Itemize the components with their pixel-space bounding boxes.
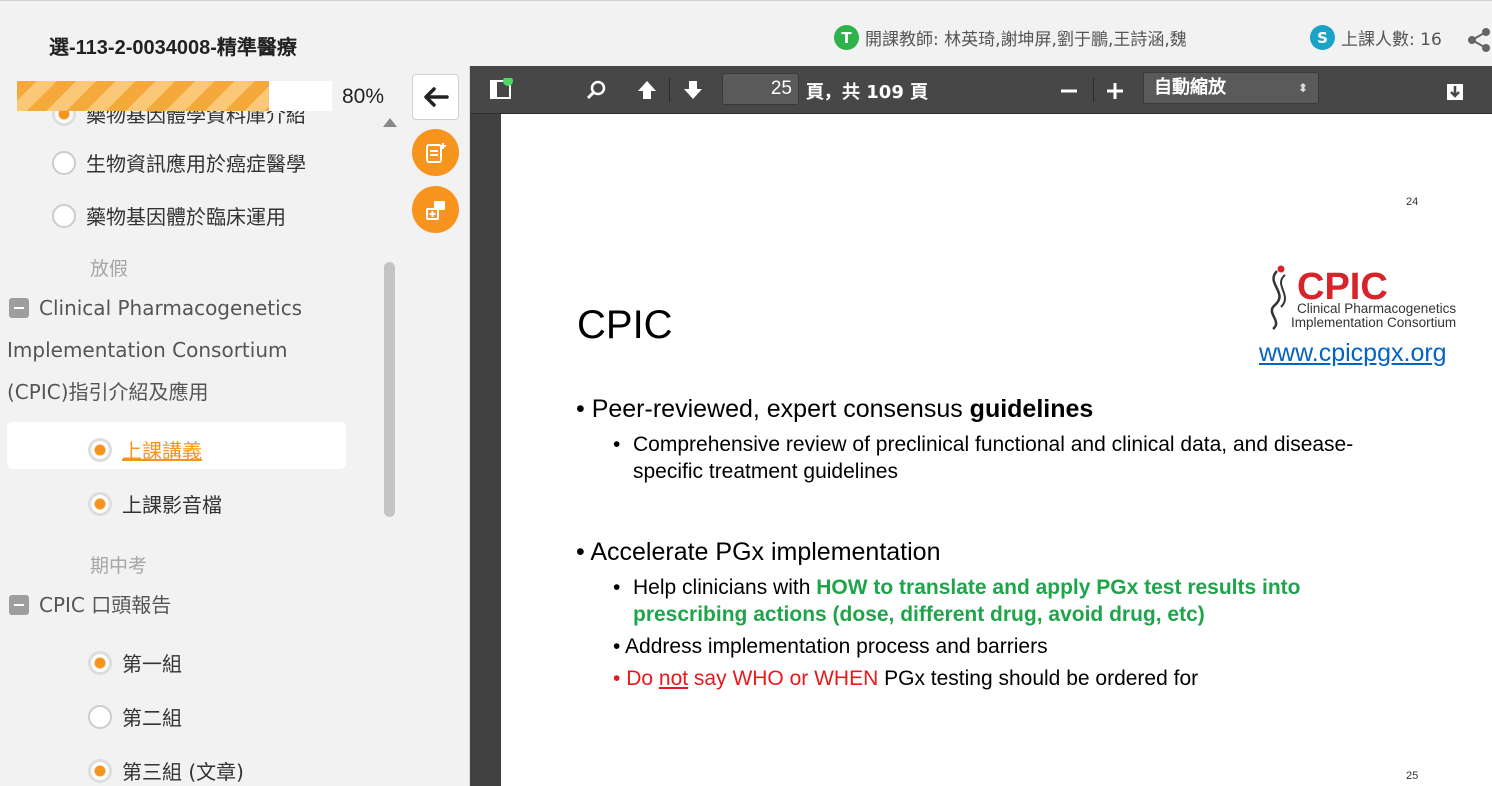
outline-item-label: 第一組: [122, 652, 182, 676]
progress-percent: 80%: [342, 85, 385, 108]
sub-bullet-text: Comprehensive review of preclinical func…: [633, 433, 1354, 483]
slide-sub-bullet-1a: • Comprehensive review of preclinical fu…: [613, 431, 1413, 485]
progress-bar: [17, 81, 332, 111]
slide-bullet-1: • Peer-reviewed, expert consensus guidel…: [576, 395, 1094, 423]
window-plus-icon: [425, 200, 445, 220]
sidebar-scrollbar-thumb[interactable]: [384, 262, 395, 517]
zoom-select-value: 自動縮放: [1154, 77, 1226, 98]
radio-unvisited-icon: [52, 203, 76, 228]
logo-line1: Clinical Pharmacogenetics: [1297, 301, 1456, 316]
radio-visited-icon: [88, 758, 112, 783]
outline-item-label: 上課影音檔: [122, 493, 222, 517]
sub-bullet-text: Help clinicians with: [633, 576, 817, 599]
chevron-updown-icon: ⬍: [1297, 81, 1308, 95]
outline-item[interactable]: 第三組 (文章): [88, 756, 244, 785]
section-header-cpic-guideline[interactable]: Clinical Pharmacogenetics Implementation…: [7, 287, 352, 413]
outline-item[interactable]: 藥物基因體於臨床運用: [52, 201, 286, 230]
sub-bullet-text: PGx testing should be ordered for: [878, 667, 1199, 690]
outline-item-label: 生物資訊應用於癌症醫學: [86, 152, 306, 176]
outline-item-label[interactable]: 上課講義: [122, 435, 202, 464]
course-header: 選-113-2-0034008-精準醫療 T 開課教師: 林英琦,謝坤屏,劉于鵬…: [0, 0, 1492, 66]
slide-page-number: 24: [1406, 196, 1419, 208]
slide-page-number: 25: [1406, 770, 1419, 782]
outline-item-label: 藥物基因體於臨床運用: [86, 205, 286, 229]
outline-item[interactable]: 第二組: [88, 702, 182, 731]
logo-line2: Implementation Consortium: [1291, 315, 1456, 330]
slide-bullet-2: • Accelerate PGx implementation: [576, 538, 941, 566]
radio-visited-icon: [88, 491, 112, 516]
zoom-in-icon[interactable]: [1103, 78, 1127, 102]
teacher-info: T 開課教師: 林英琦,謝坤屏,劉于鵬,王詩涵,魏: [834, 25, 1187, 50]
arrow-down-icon[interactable]: [681, 78, 705, 102]
section-header-cpic-report[interactable]: CPIC 口頭報告: [7, 584, 171, 626]
multi-window-button[interactable]: [412, 186, 459, 233]
slide-sub-bullet-2b: • Address implementation process and bar…: [613, 635, 1048, 658]
course-title: 選-113-2-0034008-精準醫療: [49, 37, 297, 59]
page-count-label: 頁，共 109 頁: [806, 82, 929, 103]
student-count: S 上課人數: 16: [1310, 25, 1442, 50]
cpic-website-link[interactable]: www.cpicpgx.org: [1259, 339, 1447, 368]
add-note-button[interactable]: [412, 129, 459, 176]
radio-visited-icon: [88, 650, 112, 675]
radio-unvisited-icon: [52, 150, 76, 175]
bullet-text: Peer-reviewed, expert consensus: [591, 395, 970, 423]
download-icon[interactable]: [1443, 78, 1467, 102]
tool-column: [402, 66, 470, 786]
pdf-viewer: 25 頁，共 109 頁 自動縮放 ⬍ 24 CPIC CPIC Clinica…: [470, 66, 1492, 786]
radio-unvisited-icon: [88, 704, 112, 729]
toolbar-separator: [1093, 78, 1094, 102]
arrow-up-icon[interactable]: [635, 78, 659, 102]
holiday-label: 放假: [90, 258, 129, 280]
progress-bar-fill: [17, 81, 269, 111]
collapse-icon[interactable]: [9, 594, 29, 615]
radio-visited-icon: [88, 437, 112, 462]
section-title: Clinical Pharmacogenetics Implementation…: [7, 296, 303, 404]
zoom-out-icon[interactable]: [1057, 78, 1081, 102]
outline-item-active[interactable]: 上課講義: [88, 435, 202, 464]
cpic-logo: CPIC Clinical Pharmacogenetics Implement…: [1270, 265, 1456, 330]
bullet-text: Accelerate PGx implementation: [590, 538, 941, 566]
course-outline-sidebar: 藥物基因體學資料庫介紹 80% 生物資訊應用於癌症醫學 藥物基因體於臨床運用 放…: [0, 66, 403, 786]
sub-bullet-red-text: Do: [626, 667, 659, 690]
zoom-select[interactable]: 自動縮放 ⬍: [1143, 72, 1319, 104]
student-badge-icon: S: [1310, 25, 1335, 50]
search-icon[interactable]: [585, 78, 609, 102]
student-count-text: 上課人數: 16: [1341, 30, 1442, 50]
pdf-page-current: CPIC CPIC Clinical Pharmacogenetics Impl…: [501, 243, 1492, 786]
sub-bullet-red-text: say WHO or WHEN: [688, 667, 879, 690]
sub-bullet-red-underline: not: [658, 667, 689, 690]
add-note-icon: [425, 142, 446, 163]
sub-bullet-text: Address implementation process and barri…: [625, 635, 1048, 658]
scroll-up-arrow-icon[interactable]: [383, 118, 397, 127]
outline-item[interactable]: 生物資訊應用於癌症醫學: [52, 148, 306, 177]
section-title: CPIC 口頭報告: [39, 593, 172, 617]
share-icon[interactable]: [1466, 27, 1492, 53]
slide-sub-bullet-2c: • Do not say WHO or WHEN PGx testing sho…: [613, 667, 1199, 690]
page-number-input[interactable]: 25: [722, 73, 799, 105]
slide-sub-bullet-2a: • Help clinicians with HOW to translate …: [613, 576, 1301, 626]
teacher-badge-icon: T: [834, 25, 859, 50]
outline-item-label: 第二組: [122, 706, 182, 730]
midterm-label: 期中考: [90, 555, 148, 577]
pdf-toolbar: 25 頁，共 109 頁 自動縮放 ⬍: [470, 66, 1492, 114]
teacher-text: 開課教師: 林英琦,謝坤屏,劉于鵬,王詩涵,魏: [865, 30, 1187, 50]
arrow-left-icon: [423, 87, 449, 107]
toolbar-separator: [669, 78, 670, 102]
collapse-icon[interactable]: [9, 297, 29, 318]
bullet-bold-text: guidelines: [969, 395, 1094, 423]
sidebar-toggle-icon[interactable]: [489, 78, 513, 102]
slide-title: CPIC: [577, 303, 673, 347]
outline-item[interactable]: 上課影音檔: [88, 489, 222, 518]
outline-item[interactable]: 第一組: [88, 648, 182, 677]
back-button[interactable]: [412, 74, 459, 120]
outline-item-label: 第三組 (文章): [122, 760, 244, 784]
